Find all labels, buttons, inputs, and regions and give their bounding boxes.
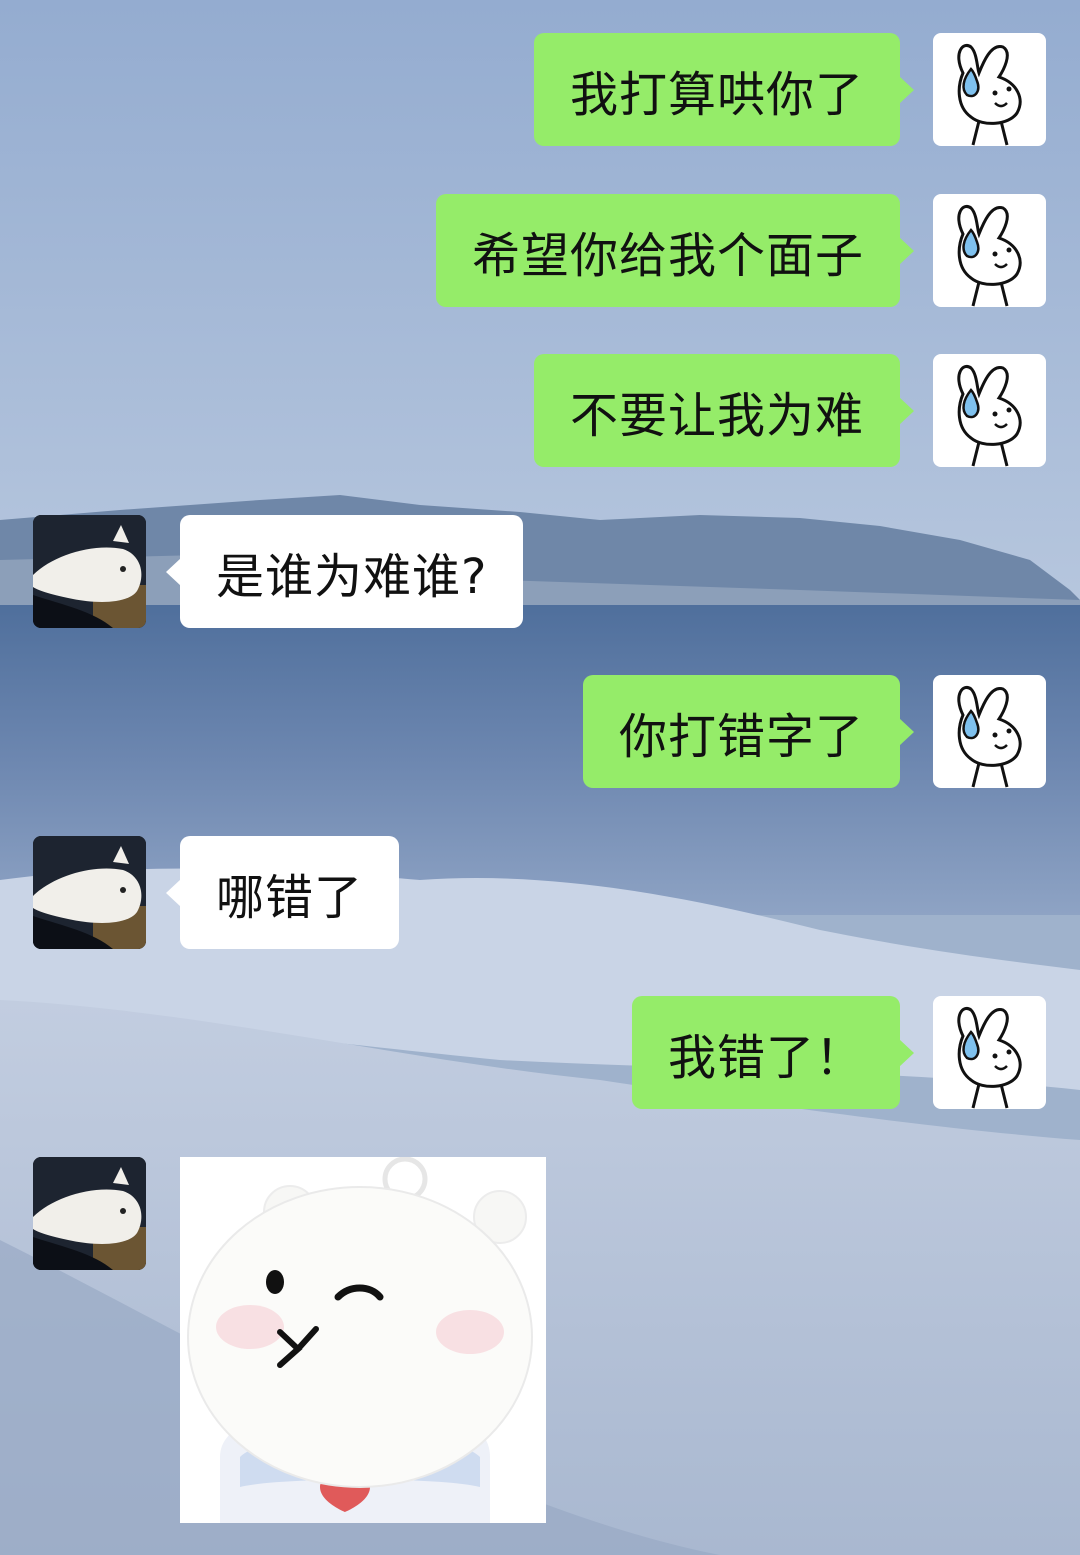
cat-avatar-icon[interactable] [33,836,146,949]
bunny-sweat-drop-icon[interactable] [933,354,1046,467]
my-message-bubble[interactable]: 不要让我为难 [533,354,915,467]
my-message-bubble[interactable]: 你打错字了 [582,675,915,788]
bunny-sweat-drop-icon[interactable] [933,194,1046,307]
bunny-sweat-drop-icon[interactable] [933,675,1046,788]
bunny-sweat-drop-icon[interactable] [933,996,1046,1109]
my-message-bubble[interactable]: 我错了！ [631,996,915,1109]
white-bear-sticker[interactable] [180,1157,546,1523]
my-message-bubble[interactable]: 希望你给我个面子 [435,194,915,307]
cat-avatar-icon[interactable] [33,515,146,628]
their-message-bubble[interactable]: 是谁为难谁? [165,515,524,628]
their-message-bubble[interactable]: 哪错了 [165,836,400,949]
cat-avatar-icon[interactable] [33,1157,146,1270]
my-message-bubble[interactable]: 我打算哄你了 [533,33,915,146]
bunny-sweat-drop-icon[interactable] [933,33,1046,146]
